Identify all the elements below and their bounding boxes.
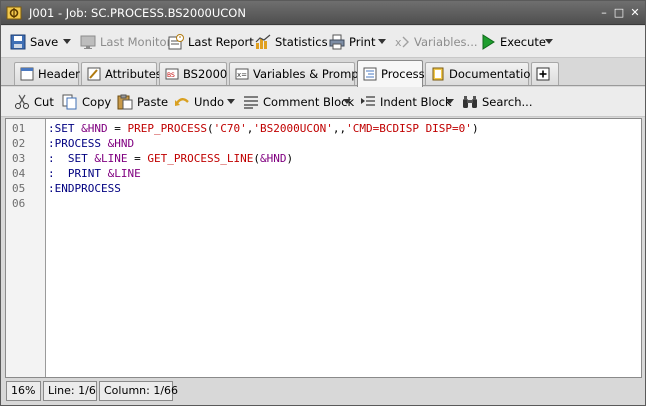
tab-header[interactable]: Header bbox=[14, 62, 80, 85]
svg-text:x: x bbox=[395, 36, 402, 49]
header-icon bbox=[20, 67, 34, 81]
print-label: Print bbox=[349, 35, 376, 49]
job-icon bbox=[6, 5, 22, 21]
tab-header-label: Header bbox=[38, 67, 80, 81]
job-editor-window: J001 - Job: SC.PROCESS.BS2000UCON – □ ✕ … bbox=[0, 0, 646, 406]
edit-toolbar: Cut Copy Paste Undo Comment Block Indent… bbox=[1, 87, 645, 117]
bs2000-icon: BS bbox=[165, 68, 179, 80]
tab-attributes-label: Attributes bbox=[105, 67, 162, 81]
line-number: 01 bbox=[12, 122, 26, 135]
copy-icon bbox=[62, 94, 77, 110]
title-bar[interactable]: J001 - Job: SC.PROCESS.BS2000UCON – □ ✕ bbox=[1, 1, 645, 25]
code-line[interactable]: :PROCESS &HND bbox=[48, 136, 134, 151]
statistics-icon bbox=[255, 34, 271, 49]
tab-variables-prompts[interactable]: x= Variables & Prompts bbox=[229, 62, 369, 85]
execute-label: Execute bbox=[500, 35, 546, 49]
main-toolbar: Save Last Monitor Last Report Statistics… bbox=[1, 26, 645, 58]
code-line[interactable]: : PRINT &LINE bbox=[48, 166, 141, 181]
paste-button[interactable]: Paste bbox=[117, 92, 168, 112]
comment-block-dropdown-chevron-down-icon[interactable] bbox=[343, 99, 351, 104]
comment-block-label: Comment Block bbox=[263, 95, 355, 109]
indent-block-icon bbox=[361, 96, 375, 106]
code-line[interactable]: : SET &LINE = GET_PROCESS_LINE(&HND) bbox=[48, 151, 293, 166]
line-number: 04 bbox=[12, 167, 26, 180]
undo-dropdown-chevron-down-icon[interactable] bbox=[227, 99, 235, 104]
copy-button[interactable]: Copy bbox=[62, 92, 111, 112]
play-icon bbox=[482, 34, 495, 50]
variables-label: Variables... bbox=[414, 35, 478, 49]
code-line[interactable]: :SET &HND = PREP_PROCESS('C70','BS2000UC… bbox=[48, 121, 479, 136]
undo-label: Undo bbox=[194, 95, 225, 109]
print-button[interactable]: Print bbox=[329, 32, 375, 52]
line-number-gutter: 01 02 03 04 05 06 bbox=[6, 119, 46, 377]
comment-block-icon bbox=[244, 96, 258, 109]
tab-bs2000-label: BS2000 bbox=[183, 67, 228, 81]
svg-text:x=: x= bbox=[237, 71, 247, 79]
attributes-icon bbox=[87, 67, 101, 81]
execute-button[interactable]: Execute bbox=[480, 32, 546, 52]
printer-icon bbox=[329, 34, 345, 50]
monitor-icon bbox=[80, 35, 96, 49]
copy-label: Copy bbox=[82, 95, 112, 109]
scissors-icon bbox=[15, 94, 29, 109]
tab-documentation[interactable]: Documentation bbox=[425, 62, 538, 85]
save-label: Save bbox=[30, 35, 59, 49]
column-status: Column: 1/66 bbox=[99, 381, 178, 401]
paste-icon bbox=[117, 94, 133, 110]
last-report-label: Last Report bbox=[188, 35, 254, 49]
execute-dropdown-chevron-down-icon[interactable] bbox=[545, 39, 553, 44]
report-icon bbox=[168, 34, 184, 50]
indent-block-button[interactable]: Indent Block bbox=[360, 92, 452, 112]
process-code-editor[interactable]: 01 02 03 04 05 06 :SET &HND = PREP_PROCE… bbox=[5, 118, 642, 378]
tab-variables-prompts-label: Variables & Prompts bbox=[253, 67, 370, 81]
undo-icon bbox=[175, 98, 189, 106]
search-button[interactable]: Search... bbox=[462, 92, 532, 112]
tab-add[interactable] bbox=[531, 62, 559, 85]
comment-block-button[interactable]: Comment Block bbox=[243, 92, 354, 112]
line-number: 05 bbox=[12, 182, 26, 195]
binoculars-icon bbox=[463, 96, 477, 108]
paste-label: Paste bbox=[137, 95, 169, 109]
indent-block-label: Indent Block bbox=[380, 95, 452, 109]
statistics-label: Statistics bbox=[275, 35, 328, 49]
indent-block-dropdown-chevron-down-icon[interactable] bbox=[446, 99, 454, 104]
line-status: Line: 1/6 bbox=[43, 381, 97, 401]
save-button[interactable]: Save bbox=[10, 32, 58, 52]
undo-button[interactable]: Undo bbox=[174, 92, 224, 112]
tab-process[interactable]: Process bbox=[357, 60, 425, 87]
last-monitor-label: Last Monitor bbox=[100, 35, 172, 49]
save-dropdown-chevron-down-icon[interactable] bbox=[63, 39, 71, 44]
process-icon bbox=[363, 67, 377, 81]
last-report-button[interactable]: Last Report bbox=[168, 32, 254, 52]
statistics-button[interactable]: Statistics bbox=[255, 32, 328, 52]
cut-button[interactable]: Cut bbox=[14, 92, 54, 112]
variables-prompts-icon: x= bbox=[235, 68, 249, 80]
search-label: Search... bbox=[482, 95, 533, 109]
cut-label: Cut bbox=[34, 95, 54, 109]
save-icon bbox=[10, 34, 26, 50]
variables-icon: x bbox=[395, 36, 409, 49]
svg-text:BS: BS bbox=[167, 72, 175, 79]
status-bar: 16% Line: 1/6 Column: 1/66 bbox=[5, 380, 642, 402]
tab-documentation-label: Documentation bbox=[449, 67, 538, 81]
line-number: 03 bbox=[12, 152, 26, 165]
zoom-status: 16% bbox=[6, 381, 41, 401]
tab-process-label: Process bbox=[381, 67, 425, 81]
code-line[interactable]: :ENDPROCESS bbox=[48, 181, 121, 196]
maximize-button[interactable]: □ bbox=[612, 6, 626, 20]
documentation-icon bbox=[432, 67, 444, 81]
tab-attributes[interactable]: Attributes bbox=[81, 62, 162, 85]
close-button[interactable]: ✕ bbox=[628, 6, 642, 20]
minimize-button[interactable]: – bbox=[597, 6, 611, 20]
print-dropdown-chevron-down-icon[interactable] bbox=[378, 39, 386, 44]
add-tab-icon bbox=[536, 67, 550, 81]
window-title: J001 - Job: SC.PROCESS.BS2000UCON bbox=[29, 6, 246, 20]
tab-strip: Header Attributes BS BS2000 x= Variables… bbox=[1, 59, 645, 87]
line-number: 02 bbox=[12, 137, 26, 150]
line-number: 06 bbox=[12, 197, 26, 210]
last-monitor-button[interactable]: Last Monitor bbox=[80, 32, 171, 52]
variables-button[interactable]: x Variables... bbox=[394, 32, 478, 52]
tab-bs2000[interactable]: BS BS2000 bbox=[159, 62, 227, 85]
